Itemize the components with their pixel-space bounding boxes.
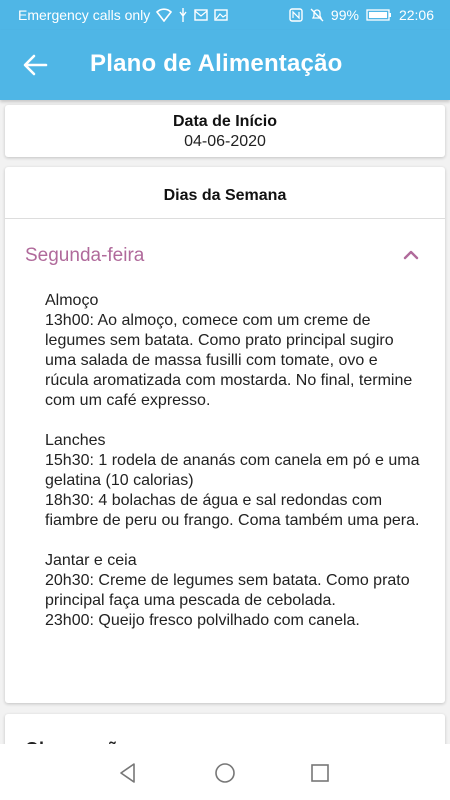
status-right: 99% 22:06 xyxy=(289,7,434,23)
battery-icon xyxy=(366,9,391,21)
back-arrow-icon[interactable] xyxy=(22,52,48,78)
page-title: Plano de Alimentação xyxy=(90,50,343,77)
meal-line: 15h30: 1 rodela de ananás com canela em … xyxy=(45,452,420,489)
meal-line: 20h30: Creme de legumes sem batata. Como… xyxy=(45,572,410,609)
wifi-icon xyxy=(156,8,173,22)
nav-home-icon[interactable] xyxy=(214,762,236,784)
clock: 22:06 xyxy=(398,7,434,23)
meal-plan-text: Almoço 13h00: Ao almoço, comece com um c… xyxy=(45,291,425,631)
day-label: Segunda-feira xyxy=(25,245,145,266)
meal-line: 13h00: Ao almoço, comece com um creme de… xyxy=(45,312,413,409)
mute-icon xyxy=(310,8,324,22)
battery-percent: 99% xyxy=(330,7,359,23)
image-icon xyxy=(214,9,228,21)
start-date-label: Data de Início xyxy=(172,113,278,130)
meal-line: Almoço xyxy=(45,292,99,309)
status-left: Emergency calls only xyxy=(18,7,228,23)
nfc-icon xyxy=(289,8,303,22)
meal-line: 18h30: 4 bolachas de água e sal redondas… xyxy=(45,492,420,529)
usb-icon xyxy=(179,8,187,22)
meal-line: Lanches xyxy=(45,432,106,449)
start-date-value: 04-06-2020 xyxy=(184,133,266,150)
mail-icon xyxy=(194,9,208,21)
meal-line: 23h00: Queijo fresco polvilhado com cane… xyxy=(45,612,360,629)
divider xyxy=(5,218,445,219)
day-expander-segunda-feira[interactable]: Segunda-feira xyxy=(5,225,445,285)
chevron-up-icon[interactable] xyxy=(403,247,419,263)
week-days-card: Dias da Semana Segunda-feira Almoço 13h0… xyxy=(5,167,445,703)
week-days-header: Dias da Semana xyxy=(163,187,287,204)
status-bar: Emergency calls only 99% 22:06 xyxy=(0,0,450,30)
app-bar: Plano de Alimentação xyxy=(0,30,450,100)
nav-recents-icon[interactable] xyxy=(309,762,331,784)
carrier-text: Emergency calls only xyxy=(18,7,151,23)
nav-back-icon[interactable] xyxy=(117,762,139,784)
meal-line: Jantar e ceia xyxy=(45,552,137,569)
navigation-bar xyxy=(0,744,450,800)
start-date-card: Data de Início 04-06-2020 xyxy=(5,105,445,157)
